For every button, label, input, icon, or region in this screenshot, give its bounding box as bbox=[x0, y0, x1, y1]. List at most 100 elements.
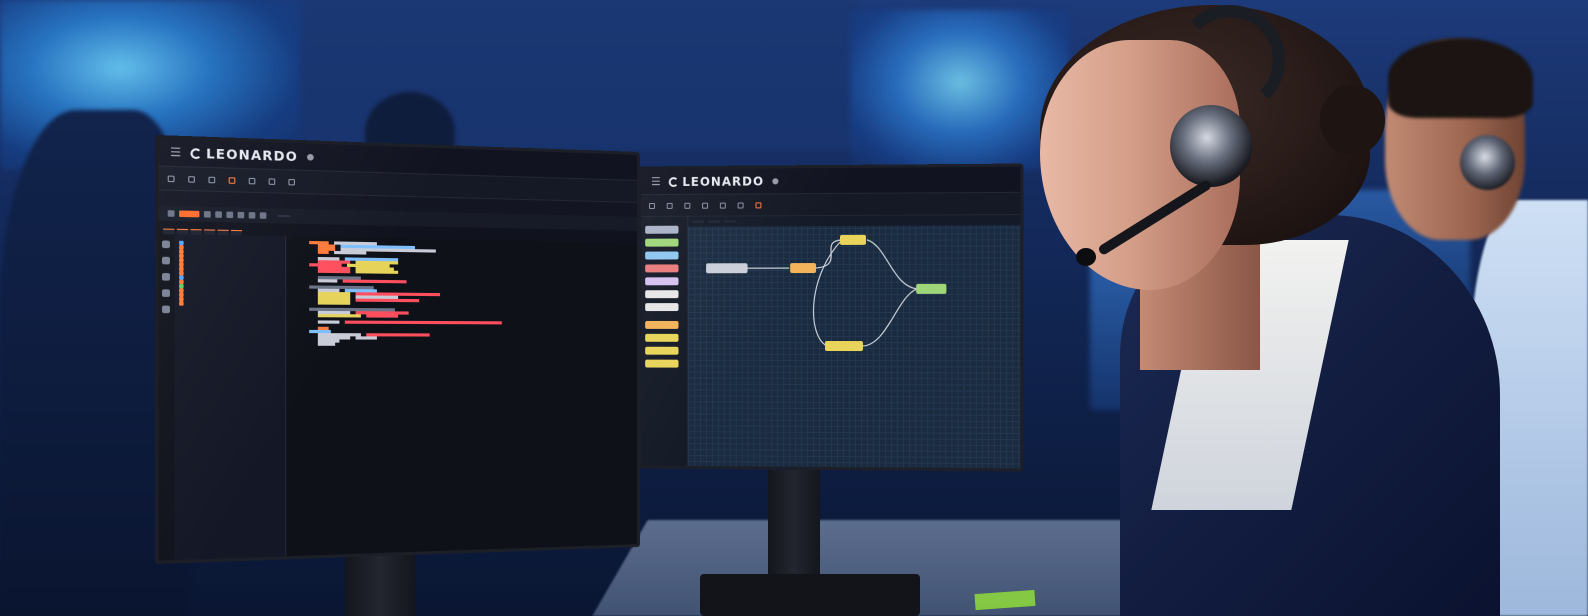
nav-tab[interactable] bbox=[228, 176, 238, 184]
code-token bbox=[317, 320, 340, 324]
nav-tab[interactable] bbox=[288, 178, 297, 185]
cut-icon[interactable] bbox=[215, 211, 222, 218]
nav-tab-icon bbox=[188, 175, 195, 183]
module-nav bbox=[641, 192, 1021, 217]
user-avatar-icon[interactable]: ● bbox=[307, 152, 315, 162]
nav-tab[interactable] bbox=[167, 174, 177, 182]
user-avatar-icon[interactable]: ● bbox=[772, 176, 779, 185]
code-token bbox=[317, 269, 351, 274]
nav-tab[interactable] bbox=[188, 175, 197, 183]
run-button[interactable] bbox=[179, 210, 200, 218]
stop-icon[interactable] bbox=[248, 212, 256, 219]
file-browser-header bbox=[179, 238, 281, 240]
nav-tab-icon bbox=[268, 177, 276, 185]
background-operator-hair bbox=[1388, 38, 1533, 118]
palette-node[interactable] bbox=[645, 346, 679, 355]
add-cell-icon[interactable] bbox=[203, 211, 211, 218]
nav-tab[interactable] bbox=[719, 202, 728, 209]
palette-node[interactable] bbox=[645, 333, 679, 342]
flow-node[interactable] bbox=[706, 263, 748, 274]
nav-tab[interactable] bbox=[208, 176, 217, 183]
copy-icon[interactable] bbox=[226, 211, 234, 219]
nav-tab[interactable] bbox=[737, 201, 746, 209]
code-line bbox=[293, 342, 631, 346]
nav-tab-icon bbox=[208, 176, 216, 183]
code-token bbox=[355, 298, 420, 303]
code-token bbox=[317, 314, 361, 318]
palette-node[interactable] bbox=[645, 290, 679, 299]
file-type-icon bbox=[179, 301, 184, 306]
nav-tab-icon bbox=[755, 201, 762, 208]
nav-tab-icon bbox=[702, 202, 709, 209]
code-token bbox=[317, 250, 329, 254]
restart-icon[interactable] bbox=[259, 212, 267, 219]
node-palette bbox=[641, 216, 689, 470]
microphone-tip-icon bbox=[1076, 248, 1096, 266]
operator-hair-bun bbox=[1320, 85, 1385, 155]
background-world-map-display bbox=[850, 10, 1070, 170]
flow-node[interactable] bbox=[790, 263, 817, 274]
extensions-icon[interactable] bbox=[161, 289, 170, 297]
flow-node[interactable] bbox=[916, 283, 947, 294]
nav-tab[interactable] bbox=[684, 202, 692, 209]
nav-tab-icon bbox=[719, 202, 726, 209]
code-token bbox=[317, 301, 351, 305]
code-token bbox=[355, 336, 377, 340]
palette-node[interactable] bbox=[645, 225, 679, 234]
headset-earcup-icon bbox=[1460, 135, 1515, 190]
palette-node[interactable] bbox=[645, 264, 679, 273]
brand-name: LEONARDO bbox=[206, 145, 298, 164]
monitor-stand bbox=[768, 470, 820, 580]
headset-earcup-icon bbox=[1170, 105, 1252, 187]
logo-mark-icon bbox=[668, 176, 679, 187]
nav-tab[interactable] bbox=[268, 177, 278, 185]
flow-canvas[interactable] bbox=[688, 215, 1021, 472]
file-row[interactable] bbox=[179, 301, 281, 306]
tabs-icon[interactable] bbox=[161, 305, 170, 314]
palette-node[interactable] bbox=[645, 359, 679, 368]
commands-icon[interactable] bbox=[161, 272, 170, 281]
app-header: ☰ LEONARDO ● bbox=[641, 166, 1021, 196]
left-monitor-ide: ☰ LEONARDO ● bbox=[155, 134, 641, 565]
nav-tab-icon bbox=[248, 177, 256, 184]
code-token bbox=[344, 320, 502, 325]
code-token bbox=[317, 279, 338, 283]
hamburger-menu-icon[interactable]: ☰ bbox=[170, 145, 181, 159]
nav-tab-icon bbox=[737, 201, 744, 209]
code-token bbox=[334, 250, 367, 255]
nav-tab[interactable] bbox=[755, 201, 763, 208]
right-monitor-flow-editor: ☰ LEONARDO ● bbox=[638, 163, 1024, 472]
flow-node[interactable] bbox=[825, 340, 863, 352]
nav-tab[interactable] bbox=[248, 177, 258, 184]
nav-tab-icon bbox=[228, 176, 236, 184]
nav-tab-icon bbox=[684, 202, 691, 209]
palette-node[interactable] bbox=[645, 251, 679, 260]
files-icon[interactable] bbox=[161, 240, 170, 249]
hamburger-menu-icon[interactable]: ☰ bbox=[651, 175, 661, 188]
palette-node[interactable] bbox=[645, 320, 679, 329]
code-token bbox=[366, 314, 399, 318]
palette-node[interactable] bbox=[645, 238, 679, 247]
nav-tab[interactable] bbox=[666, 202, 675, 209]
nav-tab-icon bbox=[167, 174, 175, 182]
nav-tab[interactable] bbox=[649, 202, 657, 209]
brand-name: LEONARDO bbox=[682, 173, 765, 189]
palette-node[interactable] bbox=[645, 277, 679, 286]
side-icon-rail bbox=[158, 233, 175, 565]
kernel-selector[interactable] bbox=[277, 214, 291, 218]
flow-node[interactable] bbox=[839, 234, 866, 245]
save-icon[interactable] bbox=[167, 210, 175, 217]
file-name-cell bbox=[179, 301, 186, 306]
palette-node[interactable] bbox=[645, 303, 679, 312]
paste-icon[interactable] bbox=[237, 211, 245, 219]
running-icon[interactable] bbox=[161, 256, 170, 265]
nav-tab-icon bbox=[649, 202, 655, 209]
headset-band-icon bbox=[1175, 5, 1285, 115]
code-editor[interactable] bbox=[286, 236, 638, 565]
nav-tab[interactable] bbox=[702, 202, 710, 209]
logo-mark-icon bbox=[190, 147, 202, 159]
monitor-stand-base bbox=[700, 574, 920, 616]
file-browser bbox=[174, 234, 287, 565]
brand-logo: LEONARDO bbox=[668, 173, 765, 189]
nav-tab-icon bbox=[288, 178, 295, 185]
